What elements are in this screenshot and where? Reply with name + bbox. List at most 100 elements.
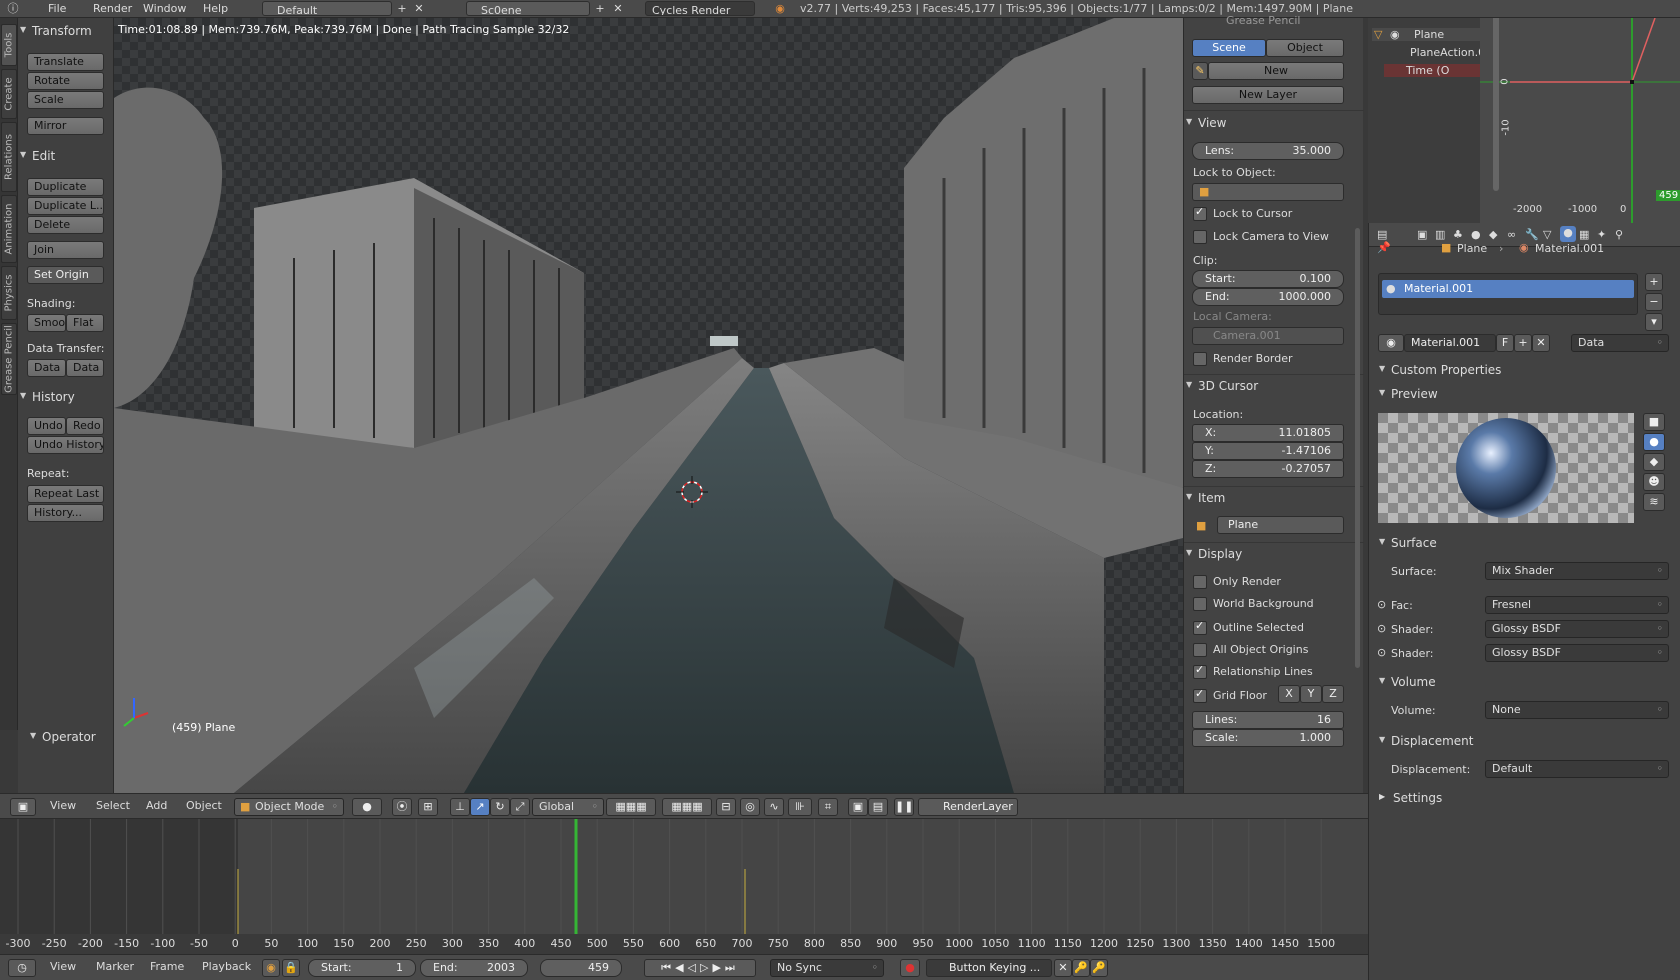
clip-end-field[interactable]: End: 1000.000 [1192, 288, 1344, 306]
undo-button[interactable]: Undo [27, 417, 66, 435]
frame-end-field[interactable]: End: 2003 [420, 959, 528, 977]
npanel-scrollbar[interactable] [1355, 228, 1360, 668]
pencil-icon[interactable]: ✎ [1192, 62, 1208, 80]
scale-manipulator-icon[interactable]: ⤢ [510, 798, 530, 816]
outline-selected-checkbox[interactable]: Outline Selected [1193, 619, 1304, 635]
new-material-icon[interactable]: + [1514, 334, 1532, 352]
pause-render-icon[interactable]: ❚❚ [894, 798, 914, 816]
redo-button[interactable]: Redo [66, 417, 104, 435]
all-object-origins-checkbox[interactable]: All Object Origins [1193, 643, 1308, 657]
preview-range-icon[interactable]: ◉ [262, 959, 280, 977]
rotate-button[interactable]: Rotate [27, 72, 104, 90]
breadcrumb-material[interactable]: Material.001 [1535, 242, 1604, 255]
physics-tab-icon[interactable]: ⚲ [1615, 228, 1623, 241]
grid-floor-checkbox[interactable]: Grid Floor [1193, 687, 1267, 703]
grease-pencil-header[interactable]: Grease Pencil [1226, 14, 1300, 27]
grid-axis-z-toggle[interactable]: Z [1322, 685, 1344, 703]
shader2-select[interactable]: Glossy BSDF [1485, 644, 1669, 662]
close-scene-icon[interactable]: ✕ [611, 2, 625, 16]
add-slot-button[interactable]: + [1645, 273, 1663, 291]
menu-view[interactable]: View [50, 798, 76, 816]
panel-edit-header[interactable]: Edit [20, 149, 55, 163]
insert-key-icon[interactable]: 🔑 [1072, 959, 1090, 977]
falloff-icon[interactable]: ∿ [764, 798, 784, 816]
volume-select[interactable]: None [1485, 701, 1669, 719]
3d-viewport[interactable]: Time:01:08.89 | Mem:739.76M, Peak:739.76… [114, 18, 1183, 793]
lock-layers-icon[interactable]: ⊟ [716, 798, 736, 816]
scene-tab-icon[interactable]: ♣ [1453, 228, 1463, 241]
opengl-anim-icon[interactable]: ▤ [868, 798, 888, 816]
panel-3d-cursor-header[interactable]: 3D Cursor [1186, 379, 1258, 393]
panel-item-header[interactable]: Item [1186, 491, 1225, 505]
timeline-menu-playback[interactable]: Playback [202, 959, 251, 977]
lock-range-icon[interactable]: 🔒 [282, 959, 300, 977]
duplicate-linked-button[interactable]: Duplicate L... [27, 197, 104, 215]
new-gp-button[interactable]: New [1208, 62, 1344, 80]
scale-button[interactable]: Scale [27, 91, 104, 109]
material-slots-list[interactable]: ● Material.001 [1378, 273, 1638, 315]
timeline-menu-frame[interactable]: Frame [150, 959, 184, 977]
close-layout-icon[interactable]: ✕ [412, 2, 426, 16]
relationship-lines-checkbox[interactable]: Relationship Lines [1193, 663, 1313, 679]
layout-selector[interactable]: Default [262, 1, 392, 16]
tab-grease-pencil[interactable]: Grease Pencil [1, 323, 17, 395]
timeline-editor-type-icon[interactable]: ◷ [8, 959, 36, 977]
constraints-tab-icon[interactable]: ∞ [1507, 228, 1516, 241]
object-tab-icon[interactable]: ◆ [1489, 228, 1497, 241]
join-button[interactable]: Join [27, 241, 104, 259]
unlink-material-icon[interactable]: ✕ [1532, 334, 1550, 352]
transform-orientation-select[interactable]: Global [532, 798, 604, 816]
surface-header[interactable]: Surface [1379, 536, 1437, 550]
scene-selector[interactable]: Sc0ene [466, 1, 590, 16]
duplicate-button[interactable]: Duplicate [27, 178, 104, 196]
fake-user-toggle[interactable]: F [1496, 334, 1514, 352]
layers-grid-2[interactable]: ▦▦▦ [662, 798, 712, 816]
particles-tab-icon[interactable]: ✦ [1597, 228, 1606, 241]
keying-set-field[interactable]: Button Keying ... [926, 959, 1052, 977]
editor-type-icon[interactable]: ▣ [10, 798, 36, 816]
mirror-button[interactable]: Mirror [27, 117, 104, 135]
preview-plane-icon[interactable]: ■ [1643, 413, 1665, 431]
set-origin-button[interactable]: Set Origin [27, 266, 104, 284]
preview-hair-icon[interactable]: ≋ [1643, 493, 1665, 511]
outliner-row-plane[interactable]: Plane [1372, 28, 1482, 41]
local-camera-field[interactable]: Camera.001 [1192, 327, 1344, 345]
menu-render[interactable]: Render [93, 2, 132, 15]
only-render-checkbox[interactable]: Only Render [1193, 575, 1281, 589]
current-frame-field[interactable]: 459 [540, 959, 622, 977]
snap-target-icon[interactable]: ⌗ [818, 798, 838, 816]
menu-window[interactable]: Window [143, 2, 186, 15]
pin-icon[interactable]: 📌 [1377, 241, 1391, 254]
world-tab-icon[interactable]: ● [1471, 228, 1481, 241]
world-background-checkbox[interactable]: World Background [1193, 597, 1314, 611]
rotate-manipulator-icon[interactable]: ↻ [490, 798, 510, 816]
grid-scale-field[interactable]: Scale: 1.000 [1192, 729, 1344, 747]
record-keyframes-icon[interactable]: ● [900, 959, 920, 977]
frame-start-field[interactable]: Start: 1 [308, 959, 416, 977]
mode-select[interactable]: Object Mode [234, 798, 344, 816]
modifiers-tab-icon[interactable]: 🔧 [1525, 228, 1539, 241]
displacement-header[interactable]: Displacement [1379, 734, 1473, 748]
info-editor-icon[interactable]: ⓘ [6, 2, 20, 16]
settings-header[interactable]: Settings [1393, 791, 1442, 805]
render-tab-icon[interactable]: ▣ [1417, 228, 1427, 241]
undo-history-button[interactable]: Undo History [27, 436, 104, 454]
lock-object-field[interactable]: ■ [1192, 183, 1344, 201]
grid-axis-x-toggle[interactable]: X [1278, 685, 1300, 703]
lock-to-cursor-checkbox[interactable]: Lock to Cursor [1193, 205, 1292, 221]
shade-smooth-button[interactable]: Smoo [27, 314, 66, 332]
translate-manipulator-icon[interactable]: ↗ [470, 798, 490, 816]
tab-tools[interactable]: Tools [1, 24, 17, 66]
snap-icon[interactable]: ⊞ [418, 798, 438, 816]
material-tab-icon[interactable]: ● [1560, 226, 1576, 242]
panel-view-header[interactable]: View [1186, 116, 1227, 130]
delete-key-icon[interactable]: 🔑 [1090, 959, 1108, 977]
tab-physics[interactable]: Physics [1, 266, 17, 320]
grid-lines-field[interactable]: Lines: 16 [1192, 711, 1344, 729]
slot-menu-button[interactable]: ▾ [1645, 313, 1663, 331]
delete-button[interactable]: Delete [27, 216, 104, 234]
fac-input-select[interactable]: Fresnel [1485, 596, 1669, 614]
texture-tab-icon[interactable]: ▦ [1579, 228, 1589, 241]
data-transfer-button[interactable]: Data [27, 359, 66, 377]
graph-editor[interactable]: -2000 -1000 0 0 -10 459 [1480, 18, 1680, 223]
